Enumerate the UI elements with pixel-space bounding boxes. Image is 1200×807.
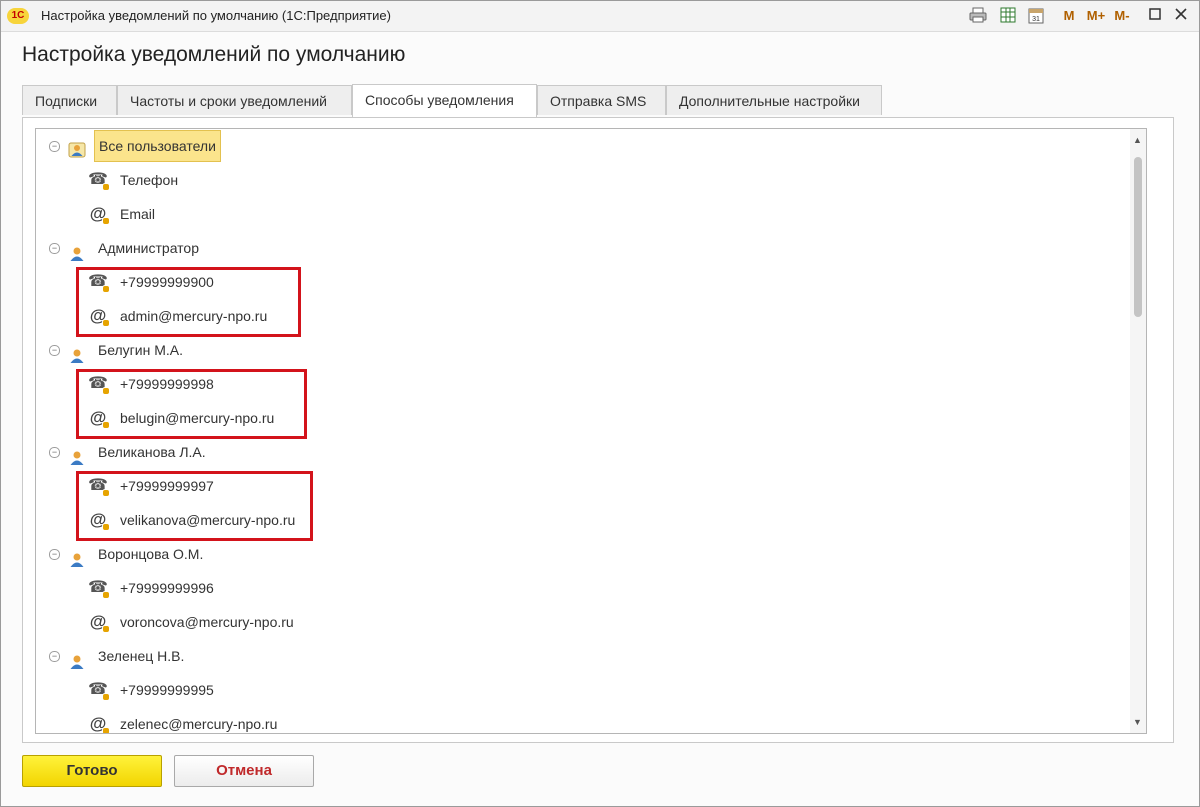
done-button[interactable]: Готово — [22, 755, 162, 787]
collapse-icon[interactable]: − — [49, 447, 60, 458]
close-icon[interactable] — [1171, 7, 1191, 25]
notification-tree[interactable]: − Все пользователи ☎ Телефон @ Email − А… — [35, 128, 1147, 734]
tree-row-user[interactable]: − Зеленец Н.В. — [36, 639, 1126, 673]
tree-row-channel[interactable]: @ zelenec@mercury-npo.ru — [36, 707, 1126, 733]
user-icon — [69, 444, 85, 465]
channel-label[interactable]: Email — [120, 197, 155, 231]
tree-row-all-users[interactable]: − Все пользователи — [36, 129, 1126, 163]
user-name[interactable]: Воронцова О.М. — [98, 537, 203, 571]
print-icon[interactable] — [967, 7, 989, 25]
collapse-icon[interactable]: − — [49, 243, 60, 254]
user-name[interactable]: Администратор — [98, 231, 199, 265]
memory-m-button[interactable]: M — [1061, 7, 1077, 25]
memory-plus-button[interactable]: M+ — [1085, 7, 1107, 25]
tree-row-user[interactable]: − Белугин М.А. — [36, 333, 1126, 367]
user-icon — [69, 342, 85, 363]
window-title: Настройка уведомлений по умолчанию (1С:П… — [41, 8, 391, 23]
tree-row-channel[interactable]: ☎ Телефон — [36, 163, 1126, 197]
user-icon — [69, 546, 85, 567]
highlight-frame — [76, 471, 313, 541]
tree-row-channel[interactable]: ☎ +79999999996 — [36, 571, 1126, 605]
user-group-icon — [68, 137, 86, 158]
tab-additional-settings[interactable]: Дополнительные настройки — [666, 85, 882, 115]
maximize-icon[interactable] — [1145, 7, 1165, 25]
vertical-scrollbar[interactable]: ▲ ▼ — [1130, 129, 1146, 733]
highlight-frame — [76, 267, 301, 337]
title-bar: 1С Настройка уведомлений по умолчанию (1… — [1, 1, 1199, 32]
form-title: Настройка уведомлений по умолчанию — [22, 43, 406, 66]
channel-badge-icon — [102, 727, 110, 733]
phone-value[interactable]: +79999999996 — [120, 571, 214, 605]
collapse-icon[interactable]: − — [49, 549, 60, 560]
collapse-icon[interactable]: − — [49, 345, 60, 356]
user-name[interactable]: Великанова Л.А. — [98, 435, 206, 469]
tree-row-user[interactable]: − Администратор — [36, 231, 1126, 265]
tree-row-user[interactable]: − Великанова Л.А. — [36, 435, 1126, 469]
tree-row-channel[interactable]: @ voroncova@mercury-npo.ru — [36, 605, 1126, 639]
tab-notification-methods[interactable]: Способы уведомления — [352, 84, 537, 117]
memory-minus-button[interactable]: M- — [1111, 7, 1133, 25]
scroll-down-icon[interactable]: ▼ — [1133, 717, 1142, 727]
svg-text:31: 31 — [1032, 16, 1040, 23]
user-icon — [69, 240, 85, 261]
email-value[interactable]: zelenec@mercury-npo.ru — [120, 707, 277, 733]
phone-value[interactable]: +79999999995 — [120, 673, 214, 707]
email-value[interactable]: voroncova@mercury-npo.ru — [120, 605, 294, 639]
app-logo-icon: 1С — [7, 8, 29, 24]
user-name[interactable]: Белугин М.А. — [98, 333, 183, 367]
table-icon[interactable] — [997, 7, 1019, 25]
user-icon — [69, 648, 85, 669]
collapse-icon[interactable]: − — [49, 141, 60, 152]
scroll-thumb[interactable] — [1134, 157, 1142, 317]
tree-label-all-users[interactable]: Все пользователи — [94, 130, 221, 162]
tab-frequencies[interactable]: Частоты и сроки уведомлений — [117, 85, 352, 115]
tree-row-channel[interactable]: @ Email — [36, 197, 1126, 231]
tab-sms-sending[interactable]: Отправка SMS — [537, 85, 666, 115]
channel-badge-icon — [102, 591, 110, 599]
channel-badge-icon — [102, 217, 110, 225]
tree-row-user[interactable]: − Воронцова О.М. — [36, 537, 1126, 571]
scroll-up-icon[interactable]: ▲ — [1133, 135, 1142, 145]
collapse-icon[interactable]: − — [49, 651, 60, 662]
tab-panel: − Все пользователи ☎ Телефон @ Email − А… — [22, 117, 1174, 743]
channel-badge-icon — [102, 625, 110, 633]
tab-subscriptions[interactable]: Подписки — [22, 85, 117, 115]
channel-badge-icon — [102, 183, 110, 191]
user-name[interactable]: Зеленец Н.В. — [98, 639, 184, 673]
channel-badge-icon — [102, 693, 110, 701]
tree-row-channel[interactable]: ☎ +79999999995 — [36, 673, 1126, 707]
calendar-icon[interactable]: 31 — [1025, 7, 1047, 25]
channel-label[interactable]: Телефон — [120, 163, 178, 197]
cancel-button[interactable]: Отмена — [174, 755, 314, 787]
dialog-window: 1С Настройка уведомлений по умолчанию (1… — [0, 0, 1200, 807]
highlight-frame — [76, 369, 307, 439]
